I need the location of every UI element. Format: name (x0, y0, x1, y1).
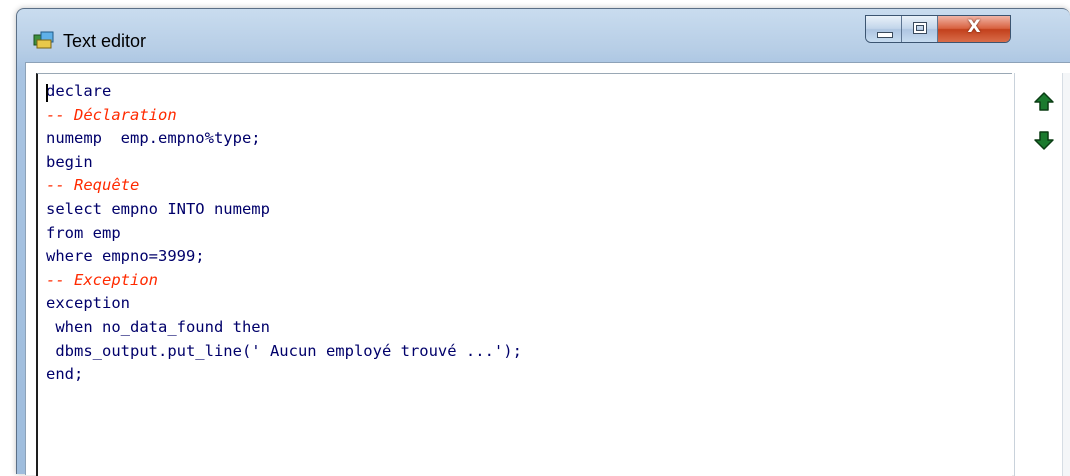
code-line: when no_data_found then (46, 317, 270, 336)
code-comment-line: -- Déclaration (46, 105, 177, 124)
window-title: Text editor (63, 31, 147, 51)
code-line: where empno=3999; (46, 247, 205, 266)
code-editor[interactable]: declare -- Déclaration numemp emp.empno%ty… (36, 73, 1012, 476)
text-caret (46, 84, 48, 102)
code-line: exception (46, 294, 130, 313)
client-area: declare -- Déclaration numemp emp.empno%ty… (25, 62, 1070, 476)
code-line: numemp emp.empno%type; (46, 129, 261, 148)
code-comment-line: -- Requête (46, 176, 140, 195)
app-icon (33, 31, 54, 49)
code-line: begin (46, 152, 93, 171)
window-edge (1062, 73, 1070, 476)
close-button[interactable]: X (938, 16, 1010, 42)
code-text[interactable]: declare -- Déclaration numemp emp.empno%ty… (46, 80, 522, 387)
arrow-down-icon[interactable] (1033, 129, 1055, 151)
close-icon: X (967, 17, 981, 37)
arrow-up-icon[interactable] (1033, 91, 1055, 113)
text-editor-window: Text editor X declare -- Déclaration numem… (16, 8, 1070, 476)
code-line: from emp (46, 223, 121, 242)
caption-buttons: X (865, 15, 1011, 43)
maximize-icon (913, 22, 927, 34)
code-line: dbms_output.put_line(' Aucun employé tro… (46, 341, 522, 360)
code-line: end; (46, 365, 84, 384)
minimize-button[interactable] (866, 16, 902, 42)
code-line: declare (46, 82, 112, 100)
title-bar[interactable]: Text editor X (17, 9, 1070, 59)
code-comment-line: -- Exception (46, 270, 158, 289)
minimize-icon (877, 32, 893, 38)
code-line: select empno INTO numemp (46, 199, 270, 218)
maximize-button[interactable] (902, 16, 938, 42)
